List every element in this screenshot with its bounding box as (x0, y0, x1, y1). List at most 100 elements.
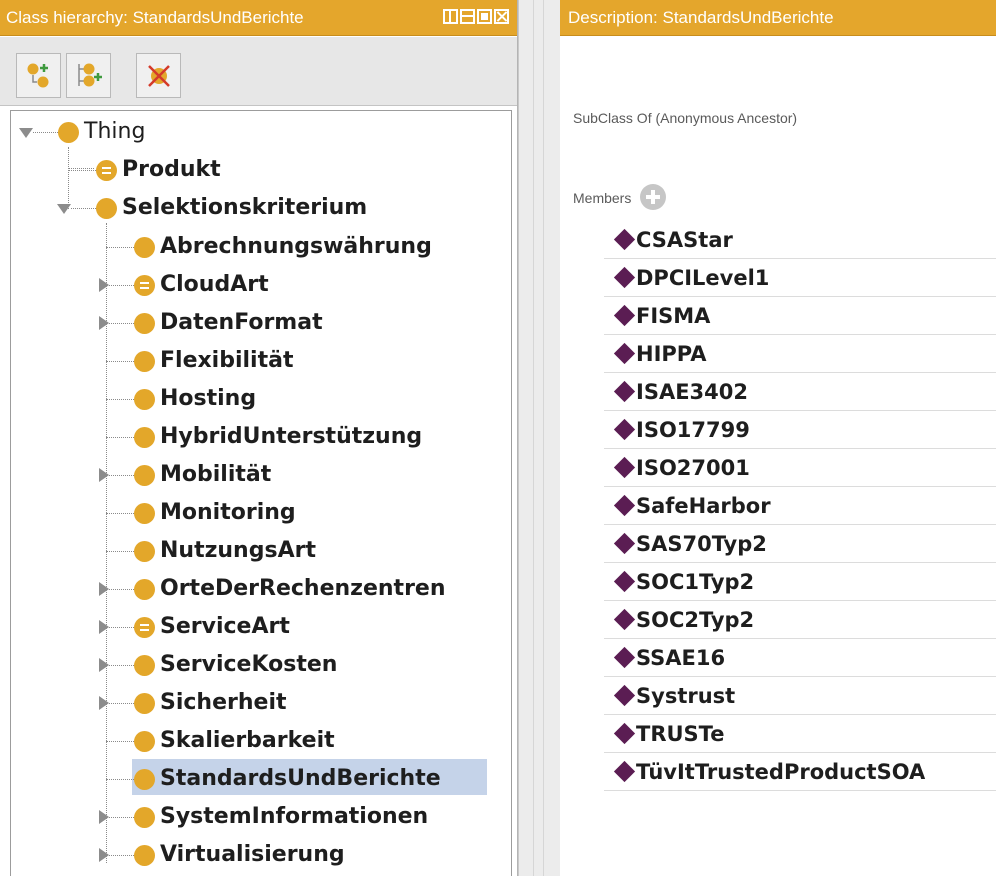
individual-icon (613, 608, 636, 631)
member-label: FISMA (636, 304, 711, 328)
close-view-icon[interactable] (494, 9, 509, 24)
tree-node-label: Hosting (160, 386, 257, 411)
member-item[interactable]: SAS70Typ2 (604, 525, 996, 563)
tree-connector (109, 323, 134, 324)
tree-node-skalierbarkeit[interactable]: Skalierbarkeit (11, 725, 491, 757)
tree-node-serviceart[interactable]: ServiceArt (11, 611, 491, 643)
tree-node-label: DatenFormat (160, 310, 323, 335)
individual-icon (613, 342, 636, 365)
member-item[interactable]: Systrust (604, 677, 996, 715)
expand-arrow-icon[interactable] (99, 620, 109, 634)
expand-arrow-icon[interactable] (99, 658, 109, 672)
member-label: ISO27001 (636, 456, 750, 480)
member-item[interactable]: ISO27001 (604, 449, 996, 487)
tree-node-hosting[interactable]: Hosting (11, 383, 491, 415)
member-item[interactable]: SafeHarbor (604, 487, 996, 525)
class-icon (134, 807, 155, 828)
class-icon (134, 237, 155, 258)
tree-node-hybridunterstuetzung[interactable]: HybridUnterstützung (11, 421, 491, 453)
tree-node-label: Sicherheit (160, 690, 287, 715)
tree-connector (109, 475, 134, 476)
individual-icon (613, 532, 636, 555)
collapse-arrow-icon[interactable] (57, 204, 71, 214)
member-item[interactable]: HIPPA (604, 335, 996, 373)
member-item[interactable]: ISO17799 (604, 411, 996, 449)
tree-node-datenformat[interactable]: DatenFormat (11, 307, 491, 339)
individual-icon (613, 646, 636, 669)
tree-node-label: Monitoring (160, 500, 296, 525)
individual-icon (613, 684, 636, 707)
class-icon (134, 465, 155, 486)
tree-connector (109, 817, 134, 818)
member-item[interactable]: SOC1Typ2 (604, 563, 996, 601)
tree-node-sicherheit[interactable]: Sicherheit (11, 687, 491, 719)
split-horizontal-icon[interactable] (460, 9, 475, 24)
defined-class-icon (96, 160, 117, 181)
class-icon (58, 122, 79, 143)
tree-connector (71, 208, 96, 209)
member-item[interactable]: SSAE16 (604, 639, 996, 677)
tree-node-selektionskriterium[interactable]: Selektionskriterium (11, 192, 491, 224)
member-label: ISAE3402 (636, 380, 748, 404)
add-subclass-button[interactable] (16, 53, 61, 98)
tree-node-standardsundberichte[interactable]: StandardsUndBerichte (11, 763, 491, 795)
member-item[interactable]: SOC2Typ2 (604, 601, 996, 639)
expand-arrow-icon[interactable] (99, 848, 109, 862)
view-controls (443, 9, 509, 24)
tree-node-thing[interactable]: Thing (11, 116, 491, 148)
individual-icon (613, 722, 636, 745)
tree-node-nutzungsart[interactable]: NutzungsArt (11, 535, 491, 567)
member-label: DPCILevel1 (636, 266, 770, 290)
tree-connector (109, 665, 134, 666)
collapse-arrow-icon[interactable] (19, 128, 33, 138)
class-icon (134, 351, 155, 372)
expand-arrow-icon[interactable] (99, 468, 109, 482)
member-item[interactable]: TRUSTe (604, 715, 996, 753)
tree-node-virtualisierung[interactable]: Virtualisierung (11, 839, 491, 871)
tree-node-label: Selektionskriterium (122, 195, 368, 220)
tree-node-cloudart[interactable]: CloudArt (11, 269, 491, 301)
tree-connector (106, 361, 134, 362)
member-item[interactable]: CSAStar (604, 221, 996, 259)
class-icon (134, 769, 155, 790)
expand-arrow-icon[interactable] (99, 696, 109, 710)
member-label: HIPPA (636, 342, 707, 366)
member-item[interactable]: TüvItTrustedProductSOA (604, 753, 996, 791)
tree-node-monitoring[interactable]: Monitoring (11, 497, 491, 529)
tree-connector (109, 589, 134, 590)
tree-node-ortederrechenzentren[interactable]: OrteDerRechenzentren (11, 573, 491, 605)
class-icon (134, 503, 155, 524)
tree-node-abrechnungswaehrung[interactable]: Abrechnungswährung (11, 231, 491, 263)
member-label: ISO17799 (636, 418, 750, 442)
expand-arrow-icon[interactable] (99, 316, 109, 330)
member-item[interactable]: DPCILevel1 (604, 259, 996, 297)
tree-node-flexibilitaet[interactable]: Flexibilität (11, 345, 491, 377)
tree-node-label: Mobilität (160, 462, 272, 487)
tree-node-servicekosten[interactable]: ServiceKosten (11, 649, 491, 681)
tree-node-systeminformationen[interactable]: SystemInformationen (11, 801, 491, 833)
member-item[interactable]: FISMA (604, 297, 996, 335)
class-icon (134, 579, 155, 600)
member-item[interactable]: ISAE3402 (604, 373, 996, 411)
member-label: SOC2Typ2 (636, 608, 755, 632)
class-icon (134, 655, 155, 676)
delete-class-button[interactable] (136, 53, 181, 98)
panel-splitter[interactable] (518, 0, 561, 876)
expand-arrow-icon[interactable] (99, 810, 109, 824)
individual-icon (613, 304, 636, 327)
individual-icon (613, 494, 636, 517)
individual-icon (613, 228, 636, 251)
class-icon (134, 427, 155, 448)
class-hierarchy-panel: Class hierarchy: StandardsUndBerichte Th… (0, 0, 518, 876)
add-member-button[interactable] (640, 184, 666, 210)
expand-arrow-icon[interactable] (99, 582, 109, 596)
tree-node-produkt[interactable]: Produkt (11, 154, 491, 186)
class-icon (134, 541, 155, 562)
float-view-icon[interactable] (477, 9, 492, 24)
tree-node-mobilitaet[interactable]: Mobilität (11, 459, 491, 491)
split-vertical-icon[interactable] (443, 9, 458, 24)
subclass-of-section-label: SubClass Of (Anonymous Ancestor) (573, 110, 798, 126)
members-section-label: Members (573, 190, 632, 206)
add-sibling-class-button[interactable] (66, 53, 111, 98)
expand-arrow-icon[interactable] (99, 278, 109, 292)
